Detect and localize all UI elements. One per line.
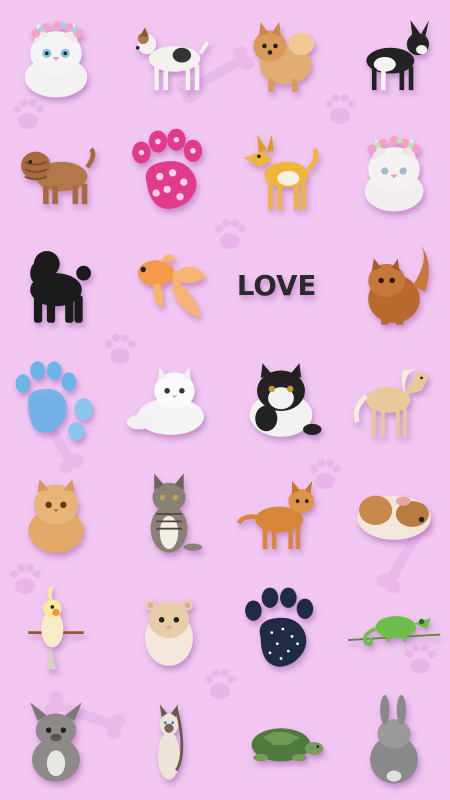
sticker-pomeranian-dog[interactable] [225,0,338,114]
sticker-grid: LOVE [0,0,450,800]
guinea-pig-icon [356,495,431,541]
persian-cat-icon [367,243,429,325]
sticker-siamese-cat[interactable] [113,686,226,800]
cockatiel-icon [28,584,84,670]
sticker-goldfish[interactable] [113,229,226,343]
sticker-terrier-dog[interactable] [113,0,226,114]
chameleon-icon [347,615,440,646]
sticker-love-text[interactable]: LOVE [225,229,338,343]
love-text-icon: LOVE [237,269,317,302]
cat-flower-crown-icon [364,136,424,212]
sticker-french-bulldog[interactable] [338,0,450,114]
sticker-turtle[interactable] [225,686,338,800]
sticker-blue-paw[interactable] [0,343,113,457]
sticker-polka-dot-paw[interactable] [113,114,226,228]
tabby-kitten-icon [150,473,202,553]
sticker-dotted-paw[interactable] [225,571,338,685]
black-white-cat-icon [249,363,322,437]
sharpei-dog-icon [21,147,96,205]
sticker-black-white-cat[interactable] [225,343,338,457]
pony-icon [353,368,429,437]
sticker-cockatiel[interactable] [0,571,113,685]
orange-tabby-cat-icon [236,481,315,550]
rabbit-icon [369,695,418,784]
sticker-sharpei-dog[interactable] [0,114,113,228]
sticker-chameleon[interactable] [338,571,450,685]
sticker-guinea-pig[interactable] [338,457,450,571]
siamese-cat-icon [157,704,183,780]
sticker-ginger-persian-cat[interactable] [0,457,113,571]
sticker-orange-tabby-cat[interactable] [225,457,338,571]
turtle-icon [251,728,324,762]
french-bulldog-icon [366,20,429,91]
dotted-paw-icon [245,587,314,667]
cartoon-dog-icon [244,134,319,211]
pomeranian-dog-icon [253,22,315,93]
sticker-pony[interactable] [338,343,450,457]
sticker-cat-flower-crown[interactable] [0,0,113,114]
poodle-dog-icon [30,250,92,323]
sticker-white-persian-cat[interactable] [113,343,226,457]
sticker-hamster[interactable] [113,571,226,685]
love-text: LOVE [237,269,317,302]
sticker-french-bulldog-sitting[interactable] [0,686,113,800]
polka-dot-paw-icon [131,129,202,210]
sticker-poodle-dog[interactable] [0,229,113,343]
sticker-cartoon-dog[interactable] [225,114,338,228]
ginger-persian-cat-icon [28,479,84,553]
white-persian-cat-icon [126,366,204,435]
cat-flower-crown-icon [24,21,88,98]
sticker-tabby-kitten[interactable] [113,457,226,571]
terrier-dog-icon [135,27,209,91]
sticker-cat-flower-crown-2[interactable] [338,114,450,228]
hamster-icon [144,599,193,666]
french-bulldog-sitting-icon [30,702,83,782]
sticker-rabbit[interactable] [338,686,450,800]
goldfish-icon [137,253,206,317]
blue-paw-icon [15,361,94,441]
sticker-persian-cat[interactable] [338,229,450,343]
